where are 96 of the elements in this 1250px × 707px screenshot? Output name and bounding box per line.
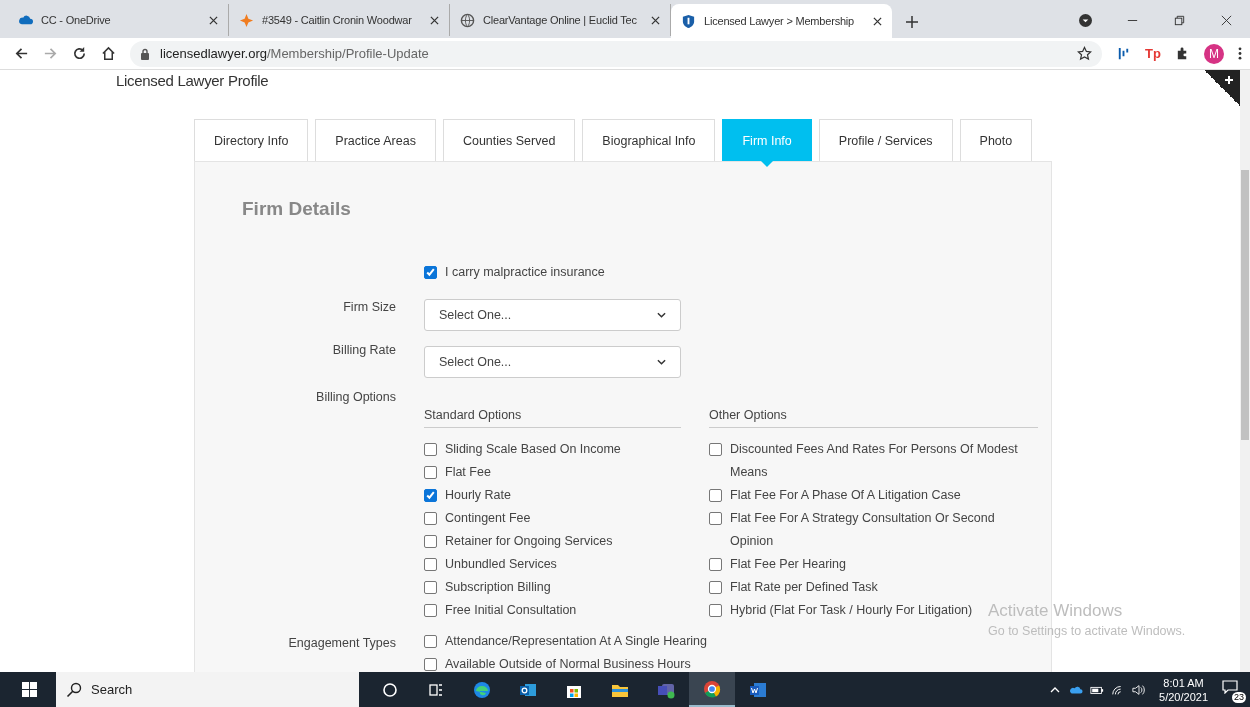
profile-tab[interactable]: Photo (959, 119, 1033, 161)
star-icon[interactable] (1077, 46, 1093, 61)
checkbox[interactable] (424, 604, 437, 617)
windows-logo-icon[interactable] (22, 682, 37, 697)
clock-time: 8:01 AM (1163, 675, 1204, 690)
activation-subtitle: Go to Settings to activate Windows. (988, 624, 1186, 638)
checkbox-label: Flat Rate per Defined Task (730, 579, 878, 596)
checkbox[interactable] (709, 558, 722, 571)
profile-tab[interactable]: Practice Areas (315, 119, 436, 161)
checkbox-label: Hybrid (Flat For Task / Hourly For Litigation) (730, 602, 973, 619)
checkbox[interactable] (709, 512, 722, 525)
checkbox[interactable] (424, 558, 437, 571)
profile-tab[interactable]: Biographical Info (582, 119, 716, 161)
activation-title: Activate Windows (988, 601, 1124, 621)
checkbox[interactable] (709, 443, 722, 456)
back-arrow-icon[interactable] (14, 46, 29, 61)
checkbox[interactable] (424, 635, 437, 648)
checkbox-label: Free Initial Consultation (445, 602, 577, 619)
tab-title: CC - OneDrive (41, 14, 112, 26)
checkbox-label: Discounted Fees And Rates For Persons Of Modest Means (730, 441, 1019, 481)
close-icon[interactable] (651, 15, 660, 25)
clock-date: 5/20/2021 (1159, 689, 1208, 704)
round-logo-icon (702, 678, 722, 699)
close-icon[interactable] (430, 15, 439, 25)
checkbox-label: Flat Fee For A Phase Of A Litigation Case (730, 487, 961, 504)
notification-count: 23 (1232, 691, 1246, 703)
section-title: Firm Details (242, 198, 352, 220)
wave-logo-icon (472, 679, 492, 700)
taskbar-search-field[interactable]: Search (56, 672, 359, 707)
chevron-down-icon (657, 359, 666, 365)
field-label: Firm Size (342, 300, 396, 316)
page-heading: Licensed Lawyer Profile (116, 72, 269, 89)
checkbox-label: Unbundled Services (445, 556, 557, 573)
checkbox[interactable] (709, 489, 722, 502)
chevron-down-icon (657, 312, 666, 318)
spark-icon (239, 12, 254, 28)
browser-tab[interactable]: Licensed Lawyer > Membership (671, 4, 892, 38)
close-icon[interactable] (209, 15, 218, 25)
checkbox[interactable] (709, 604, 722, 617)
plus-icon (1224, 75, 1234, 85)
address-bar[interactable]: licensedlawyer.org/Membership/Profile-Update (130, 40, 1103, 67)
profile-tab[interactable]: Counties Served (442, 119, 576, 161)
select-dropdown[interactable]: Select One... (424, 346, 681, 378)
checkbox-label: Flat Fee For A Strategy Consultation Or Second Opinion (730, 510, 996, 550)
checkbox[interactable] (424, 266, 437, 279)
checkbox-label: Sliding Scale Based On Income (445, 441, 621, 458)
group-heading: Other Options (709, 408, 1038, 428)
chat-bubble-icon (1222, 679, 1238, 694)
scrollbar[interactable] (1240, 70, 1250, 672)
clock[interactable]: 8:01 AM 5/20/2021 (1159, 675, 1208, 704)
checkbox-label: Flat Fee Per Hearing (730, 556, 847, 573)
browser-tab[interactable]: #3549 - Caitlin Cronin Woodwar (229, 4, 450, 36)
url-text: licensedlawyer.org/Membership/Profile-Update (160, 46, 429, 61)
field-label: Billing Rate (331, 343, 396, 359)
shield-icon (681, 13, 696, 29)
checkbox[interactable] (424, 466, 437, 479)
tab-title: ClearVantage Online | Euclid Tec (483, 14, 638, 26)
checkbox[interactable] (424, 658, 437, 671)
checkbox[interactable] (424, 489, 437, 502)
checkbox-label: Retainer for Ongoing Services (445, 533, 613, 550)
field-label: Billing Options (315, 390, 396, 406)
checkbox-label: I carry malpractice insurance (445, 264, 605, 281)
field-label: Engagement Types (287, 636, 396, 652)
close-icon[interactable] (873, 16, 882, 26)
checkbox[interactable] (424, 443, 437, 456)
checkbox-label: Hourly Rate (445, 487, 511, 504)
tab-search-icon[interactable] (1079, 14, 1092, 27)
checkbox-label: Attendance/Representation At A Single Hearing (445, 633, 707, 650)
reload-icon[interactable] (72, 46, 87, 61)
checkbox-label: Subscription Billing (445, 579, 551, 596)
tab-title: Licensed Lawyer > Membership (704, 15, 855, 27)
lock-icon (140, 47, 150, 60)
browser-tab[interactable]: CC - OneDrive (8, 4, 229, 36)
checkbox-label: Flat Fee (445, 464, 491, 481)
menu-icon[interactable] (1238, 46, 1242, 61)
select-dropdown[interactable]: Select One... (424, 299, 681, 331)
tab-title: #3549 - Caitlin Cronin Woodwar (262, 14, 413, 26)
group-heading: Standard Options (424, 408, 681, 428)
search-placeholder: Search (91, 682, 133, 697)
extension-button[interactable]: Tp (1145, 46, 1161, 61)
checkbox[interactable] (709, 581, 722, 594)
restore-icon[interactable] (1173, 14, 1186, 27)
checkbox-label: Available Outside of Normal Business Hours (445, 656, 691, 672)
speaker-icon[interactable] (1132, 683, 1147, 696)
new-tab-icon[interactable] (906, 16, 918, 28)
profile-avatar[interactable]: M (1204, 43, 1224, 64)
profile-tab[interactable]: Profile / Services (818, 119, 953, 161)
checkbox[interactable] (424, 512, 437, 525)
globe-icon (460, 12, 475, 28)
home-icon[interactable] (101, 46, 116, 61)
checkbox[interactable] (424, 581, 437, 594)
close-icon[interactable] (1220, 14, 1233, 27)
search-icon (66, 681, 82, 698)
checkbox[interactable] (424, 535, 437, 548)
profile-tab[interactable]: Directory Info (194, 119, 309, 161)
checkbox-label: Contingent Fee (445, 510, 531, 527)
